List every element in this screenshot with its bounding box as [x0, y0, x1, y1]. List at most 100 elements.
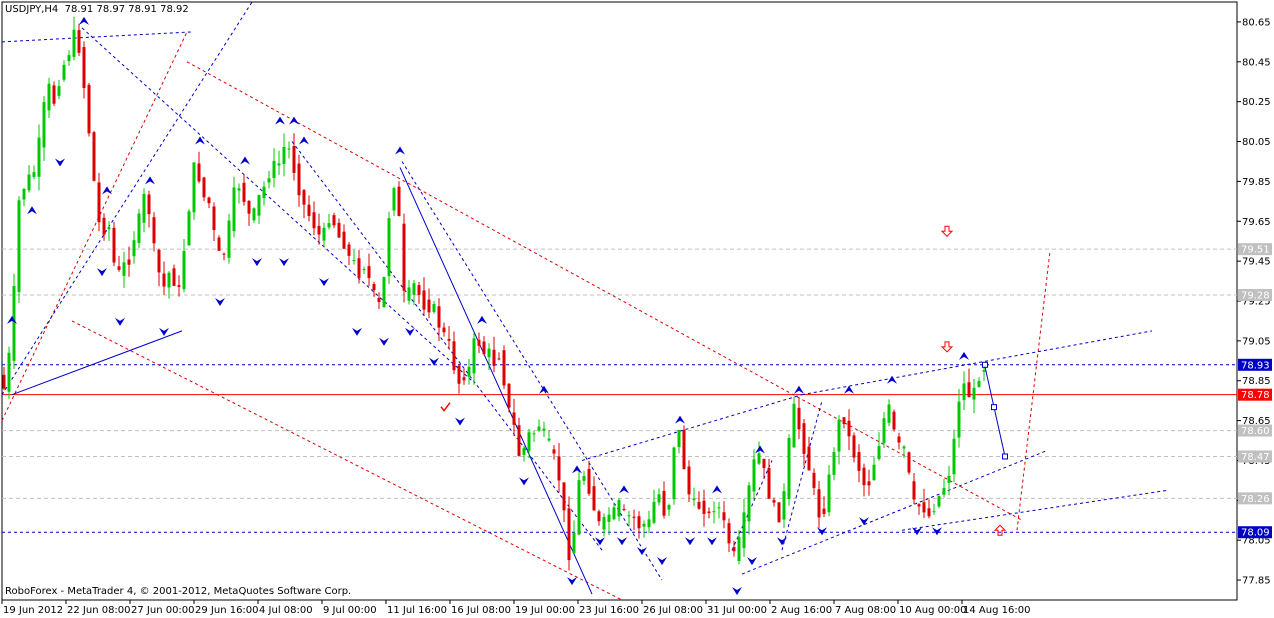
projection-square	[991, 404, 997, 411]
symbol-label: USDJPY,H4	[5, 4, 59, 15]
candle-body	[212, 206, 216, 231]
candle-body	[327, 223, 331, 228]
candle-body	[2, 374, 6, 389]
candle-body	[97, 182, 101, 223]
candle-body	[467, 366, 471, 377]
candle-body	[832, 452, 836, 475]
candle-body	[437, 306, 441, 328]
candle-body	[37, 137, 41, 177]
candle-body	[687, 466, 691, 495]
candle-body	[7, 352, 11, 392]
candle-body	[657, 494, 661, 503]
time-tick-label: 7 Aug 08:00	[835, 605, 896, 616]
price-tick-label: 79.65	[1242, 217, 1271, 228]
candle-body	[932, 511, 936, 513]
price-tick-label: 80.65	[1242, 17, 1271, 28]
candle-body	[42, 102, 46, 148]
candle-body	[802, 423, 806, 454]
price-tags: 79.51 79.28 78.93 78.78 78.60 78.47 78.26 78.09	[1238, 243, 1272, 539]
candle-body	[822, 508, 826, 514]
price-tag-label: 78.60	[1241, 426, 1270, 437]
candle-body	[577, 480, 581, 535]
candle-body	[262, 186, 266, 199]
candle-body	[332, 215, 336, 226]
candle-body	[702, 500, 706, 514]
candle-body	[597, 511, 601, 522]
candle-body	[842, 417, 846, 424]
candle-body	[427, 299, 431, 313]
candle-body	[872, 464, 876, 481]
candle-body	[972, 387, 976, 400]
candle-body	[232, 187, 236, 232]
candle-body	[767, 468, 771, 499]
candle-body	[27, 174, 31, 191]
candle-body	[222, 253, 226, 255]
candle-body	[827, 474, 831, 513]
price-tick-label: 79.05	[1242, 336, 1271, 347]
candle-body	[457, 365, 461, 384]
time-tick-label: 19 Jun 2012	[3, 605, 63, 616]
time-tick-label: 31 Jul 00:00	[707, 605, 767, 616]
candle-body	[12, 285, 16, 361]
candle-body	[817, 489, 821, 518]
candle-body	[202, 177, 206, 198]
chart-header: USDJPY,H4 78.91 78.97 78.91 78.92	[5, 4, 189, 15]
candle-body	[52, 85, 56, 104]
candle-body	[207, 197, 211, 204]
candle-body	[72, 29, 76, 57]
candle-body	[292, 146, 296, 173]
candle-body	[682, 429, 686, 470]
candle-body	[867, 481, 871, 486]
candle-body	[647, 519, 651, 528]
time-tick-label: 19 Jul 00:00	[515, 605, 575, 616]
price-tag-label: 78.09	[1241, 528, 1270, 539]
candle-body	[527, 432, 531, 451]
price-tag-label: 78.26	[1241, 494, 1270, 505]
candle-body	[407, 287, 411, 301]
candle-body	[522, 448, 526, 455]
candle-body	[547, 438, 551, 441]
candle-body	[82, 47, 86, 88]
candle-body	[592, 486, 596, 511]
candle-body	[102, 217, 106, 235]
candle-body	[107, 227, 111, 230]
price-tick-label: 79.85	[1242, 177, 1271, 188]
candle-body	[142, 193, 146, 223]
candle-body	[517, 425, 521, 456]
candle-body	[362, 269, 366, 271]
candle-body	[447, 338, 451, 341]
candle-body	[542, 428, 546, 431]
candle-body	[277, 163, 281, 166]
candle-body	[642, 523, 646, 527]
price-tick-label: 77.85	[1242, 576, 1271, 587]
candle-body	[122, 262, 126, 276]
price-tag-label: 79.51	[1241, 245, 1270, 256]
candle-body	[492, 349, 496, 366]
candle-body	[252, 208, 256, 221]
candle-body	[22, 188, 26, 200]
candle-body	[927, 508, 931, 517]
time-tick-label: 23 Jul 16:00	[579, 605, 639, 616]
time-tick-label: 11 Jul 16:00	[387, 605, 447, 616]
candle-body	[857, 452, 861, 471]
candle-body	[652, 501, 656, 523]
candle-body	[487, 348, 491, 358]
candle-body	[812, 472, 816, 488]
candle-body	[272, 160, 276, 178]
candle-body	[357, 258, 361, 278]
candle-body	[402, 223, 406, 291]
candle-body	[417, 285, 421, 295]
candle-body	[622, 508, 626, 510]
candle-body	[892, 411, 896, 430]
candle-body	[317, 225, 321, 235]
price-tick-label: 80.25	[1242, 97, 1271, 108]
time-tick-label: 10 Aug 00:00	[899, 605, 966, 616]
copyright-label: RoboForex - MetaTrader 4, © 2001-2012, M…	[5, 586, 352, 597]
candle-body	[957, 401, 961, 438]
candle-body	[297, 163, 301, 196]
candle-body	[662, 491, 666, 516]
candle-body	[187, 211, 191, 246]
candle-body	[322, 227, 326, 241]
candle-body	[947, 475, 951, 483]
candle-body	[197, 163, 201, 182]
